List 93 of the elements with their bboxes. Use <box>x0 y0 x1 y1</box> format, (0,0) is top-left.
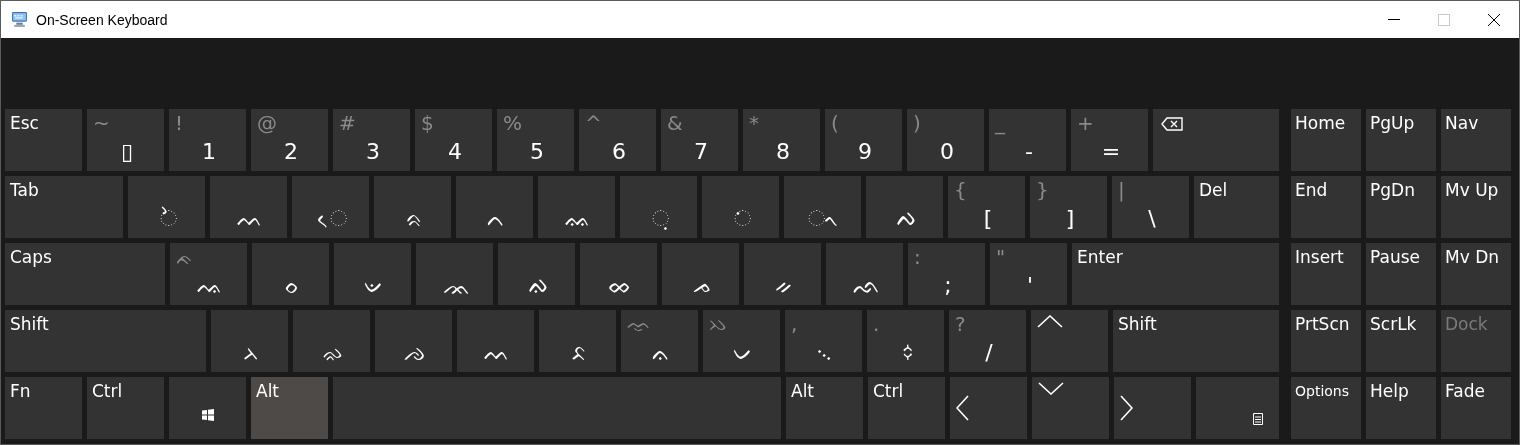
keyboard-key[interactable]: ◌ᨗ <box>702 176 779 238</box>
keyboard-key[interactable]: Esc <box>5 109 82 171</box>
space-key[interactable] <box>333 377 781 439</box>
keyboard-key[interactable]: ᨈ <box>456 176 533 238</box>
keyboard-key[interactable]: " ' <box>990 243 1067 305</box>
keyboard-key[interactable]: ᨇ ᨆ <box>703 310 780 372</box>
keyboard-key[interactable]: Shift <box>5 310 206 372</box>
keyboard-key[interactable]: % 5 <box>497 109 574 171</box>
keyboard-key[interactable]: _ - <box>989 109 1066 171</box>
keyboard-key[interactable]: Del <box>1194 176 1279 238</box>
windows-key[interactable] <box>169 377 246 439</box>
keyboard-key[interactable]: } ] <box>1030 176 1107 238</box>
keyboard-key[interactable]: ᨖ <box>580 243 657 305</box>
keyboard-key[interactable]: ) 0 <box>907 109 984 171</box>
menu-icon <box>1253 413 1263 425</box>
keyboard-key[interactable]: Fn <box>5 377 82 439</box>
close-icon <box>1488 13 1500 26</box>
keyboard-key[interactable]: ◌ᨙ <box>292 176 369 238</box>
keyboard-key[interactable]: | \ <box>1112 176 1189 238</box>
keyboard-key[interactable]: Alt <box>251 377 328 439</box>
keyboard-key[interactable]: ᨓ <box>457 310 534 372</box>
keyboard-key[interactable]: Mv Dn <box>1441 243 1511 305</box>
chevron-up-icon <box>1037 315 1063 328</box>
keyboard-key[interactable]: ^ 6 <box>579 109 656 171</box>
menu-key[interactable] <box>1196 377 1279 439</box>
keyboard-key[interactable]: . ᨟ <box>867 310 944 372</box>
keyboard-key[interactable]: : ; <box>908 243 985 305</box>
keyboard-key[interactable]: ◌ᨘ <box>620 176 697 238</box>
keyboard-key[interactable]: + = <box>1071 109 1148 171</box>
keyboard-key[interactable]: ᨋ <box>293 310 370 372</box>
keyboard-key[interactable]: ᨂ <box>211 310 288 372</box>
arrow-key[interactable] <box>1032 377 1109 439</box>
keyboard-key[interactable]: ( 9 <box>825 109 902 171</box>
keyboard-key[interactable]: ᨌ <box>375 310 452 372</box>
keyboard-key[interactable]: Caps <box>5 243 165 305</box>
windows-logo-icon <box>201 409 214 421</box>
arrow-key[interactable] <box>1114 377 1191 439</box>
keyboard-key[interactable]: PgUp <box>1366 109 1436 171</box>
keyboard-key[interactable]: End <box>1291 176 1361 238</box>
keyboard-key[interactable]: PrtScn <box>1291 310 1361 372</box>
keyboard-key[interactable]: Insert <box>1291 243 1361 305</box>
keyboard-key[interactable]: ᨒ <box>826 243 903 305</box>
keyboard-key[interactable]: ᨁ <box>498 243 575 305</box>
keyboard-key[interactable]: ᨎ ᨊ <box>621 310 698 372</box>
keyboard-key[interactable]: ᨉ <box>334 243 411 305</box>
keyboard-key[interactable]: { [ <box>948 176 1025 238</box>
maximize-icon <box>1438 13 1450 26</box>
arrow-key[interactable] <box>950 377 1027 439</box>
keyboard-key[interactable]: ᨐ <box>538 176 615 238</box>
keyboard-key[interactable]: ᨔ <box>252 243 329 305</box>
keyboard-key[interactable]: Home <box>1291 109 1361 171</box>
keyboard-key[interactable]: ᨍ <box>662 243 739 305</box>
keyboard-key[interactable]: @ 2 <box>251 109 328 171</box>
keyboard-monitor-icon <box>11 11 28 28</box>
backspace-icon <box>1161 117 1183 131</box>
window-title: On-Screen Keyboard <box>36 11 168 28</box>
keyboard-key[interactable]: Ctrl <box>868 377 945 439</box>
keyboard-key[interactable]: Nav <box>1441 109 1511 171</box>
keyboard-key[interactable]: Fade <box>1441 377 1511 439</box>
keyboard-key[interactable]: Options <box>1291 377 1361 439</box>
keyboard-key[interactable]: ᨄ <box>866 176 943 238</box>
keyboard-key[interactable]: Pause <box>1366 243 1436 305</box>
keyboard-key[interactable]: $ 4 <box>415 109 492 171</box>
keyboard-key[interactable]: ScrLk <box>1366 310 1436 372</box>
keyboard-key[interactable]: Help <box>1366 377 1436 439</box>
keyboard-key[interactable]: & 7 <box>661 109 738 171</box>
keyboard-key[interactable]: Mv Up <box>1441 176 1511 238</box>
keyboard-key[interactable]: ᨅ <box>539 310 616 372</box>
keyboard-key[interactable]: ᨃ ᨕ <box>170 243 247 305</box>
keyboard-key[interactable]: # 3 <box>333 109 410 171</box>
chevron-down-icon <box>1038 382 1064 395</box>
keyboard-key[interactable]: ᨀ <box>744 243 821 305</box>
keyboard-key[interactable]: ? / <box>949 310 1026 372</box>
backspace-key[interactable] <box>1153 109 1279 171</box>
chevron-left-icon <box>956 395 969 421</box>
keyboard-key[interactable]: Shift <box>1113 310 1279 372</box>
keyboard-key[interactable]: PgDn <box>1366 176 1436 238</box>
minimize-icon <box>1388 19 1400 20</box>
keyboard-key[interactable]: ᨏ <box>416 243 493 305</box>
keyboard-key[interactable]: ᨓ <box>210 176 287 238</box>
chevron-right-icon <box>1120 395 1133 421</box>
keyboard-key[interactable]: Tab <box>5 176 123 238</box>
keyboard-key[interactable]: ◌ᨚ <box>784 176 861 238</box>
keyboard-key[interactable]: ◌ᨛ <box>128 176 205 238</box>
keyboard-key[interactable]: ᨑ <box>374 176 451 238</box>
keyboard-key[interactable]: Ctrl <box>87 377 164 439</box>
keyboard-key[interactable]: * 8 <box>743 109 820 171</box>
keyboard-key[interactable]: ! 1 <box>169 109 246 171</box>
keyboard-key[interactable]: Enter <box>1072 243 1279 305</box>
keyboard-key[interactable]: Alt <box>786 377 863 439</box>
keyboard-key[interactable]: , ᨞ <box>785 310 862 372</box>
arrow-key[interactable] <box>1031 310 1108 372</box>
keyboard-key[interactable]: ~ ▯ <box>87 109 164 171</box>
